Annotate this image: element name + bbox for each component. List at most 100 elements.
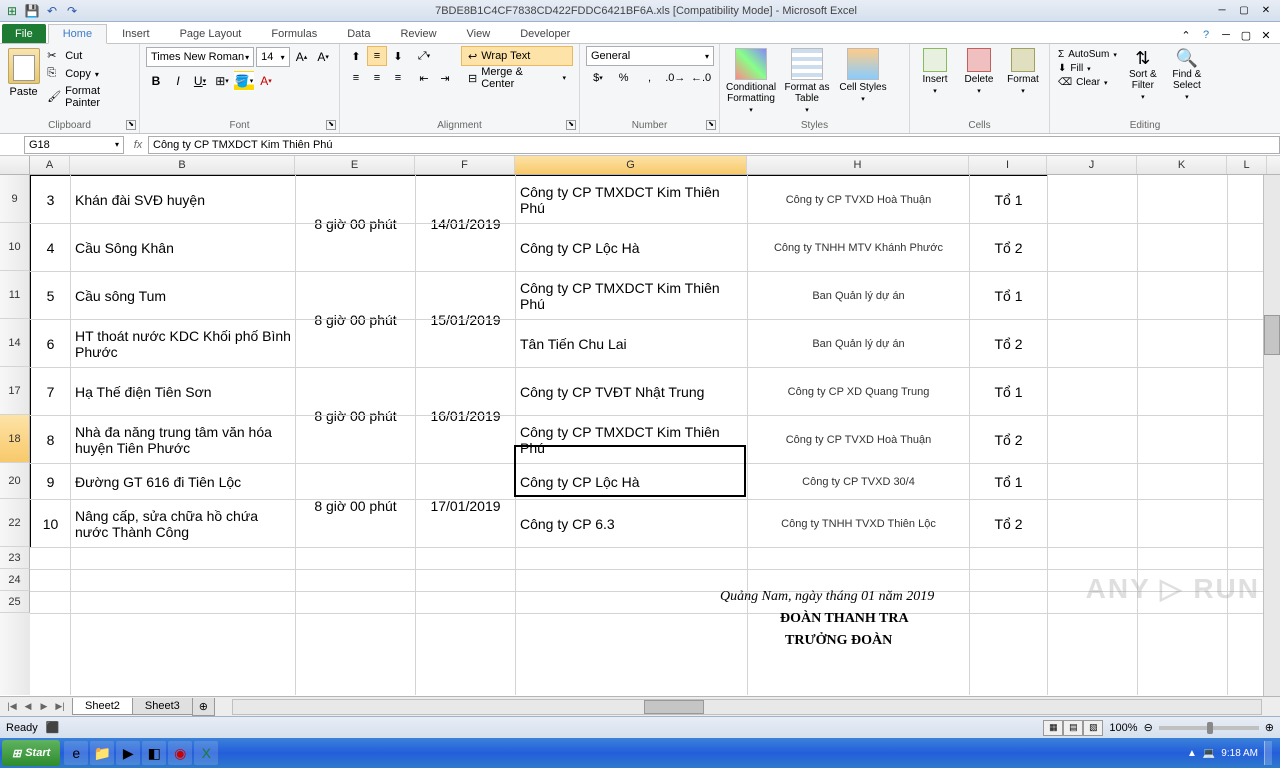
cell-g-6[interactable]: Tân Tiến Chu Lai [516, 320, 748, 368]
increase-decimal-button[interactable]: .0→ [663, 68, 687, 88]
clipboard-dialog-launcher[interactable]: ⬊ [126, 120, 136, 130]
cell-i-10[interactable]: Tổ 2 [970, 500, 1048, 548]
cell-h-3[interactable]: Công ty CP TVXD Hoà Thuận [748, 176, 970, 224]
row-header-17[interactable]: 17 [0, 367, 30, 415]
redo-icon[interactable]: ↷ [64, 3, 80, 19]
cell-g-3[interactable]: Công ty CP TMXDCT Kim Thiên Phú [516, 176, 748, 224]
page-layout-button[interactable]: ▤ [1063, 720, 1083, 736]
number-dialog-launcher[interactable]: ⬊ [706, 120, 716, 130]
cell-h-4[interactable]: Công ty TNHH MTV Khánh Phước [748, 224, 970, 272]
cell-h-9[interactable]: Công ty CP TVXD 30/4 [748, 464, 970, 500]
name-box[interactable]: G18▾ [24, 136, 124, 154]
tab-insert[interactable]: Insert [107, 24, 165, 43]
cell-h-6[interactable]: Ban Quản lý dự án [748, 320, 970, 368]
fx-button[interactable]: fx [128, 139, 148, 151]
maximize-button[interactable]: ▢ [1234, 4, 1254, 18]
media-icon[interactable]: ▶ [116, 741, 140, 765]
vertical-scrollbar[interactable] [1263, 175, 1280, 696]
tab-first-button[interactable]: |◀ [4, 699, 20, 715]
tab-last-button[interactable]: ▶| [52, 699, 68, 715]
cell-b-8[interactable]: Nhà đa năng trung tâm văn hóa huyện Tiên… [71, 416, 296, 464]
decrease-indent-button[interactable]: ⇤ [414, 68, 434, 88]
fill-button[interactable]: ⬇Fill▾ [1056, 62, 1119, 75]
cell-a-6[interactable]: 6 [31, 320, 71, 368]
cell-h-7[interactable]: Công ty CP XD Quang Trung [748, 368, 970, 416]
tray-icon[interactable]: ▲ [1187, 748, 1197, 759]
cell-a-9[interactable]: 9 [31, 464, 71, 500]
cell-i-7[interactable]: Tổ 1 [970, 368, 1048, 416]
delete-cells-button[interactable]: Delete▾ [960, 48, 998, 96]
col-header-b[interactable]: B [70, 156, 295, 174]
percent-button[interactable]: % [612, 68, 636, 88]
font-color-button[interactable]: A▾ [256, 71, 276, 91]
cell-b-4[interactable]: Cầu Sông Khân [71, 224, 296, 272]
zoom-thumb[interactable] [1207, 722, 1213, 734]
row-header-20[interactable]: 20 [0, 463, 30, 499]
cell-h-10[interactable]: Công ty TNHH TVXD Thiên Lộc [748, 500, 970, 548]
font-dialog-launcher[interactable]: ⬊ [326, 120, 336, 130]
clear-button[interactable]: ⌫Clear▾ [1056, 76, 1119, 89]
font-name-select[interactable]: Times New Roman▾ [146, 47, 254, 67]
cell-i-9[interactable]: Tổ 1 [970, 464, 1048, 500]
col-header-f[interactable]: F [415, 156, 515, 174]
row-header-10[interactable]: 10 [0, 223, 30, 271]
show-desktop-button[interactable] [1264, 741, 1272, 765]
select-all-corner[interactable] [0, 156, 30, 174]
clock[interactable]: 9:18 AM [1221, 748, 1258, 759]
excel-task-icon[interactable]: X [194, 741, 218, 765]
macro-record-icon[interactable]: ⬛ [46, 721, 60, 734]
increase-indent-button[interactable]: ⇥ [435, 68, 455, 88]
currency-button[interactable]: $▾ [586, 68, 610, 88]
paste-button[interactable]: Paste [6, 46, 41, 116]
conditional-formatting-button[interactable]: Conditional Formatting▾ [726, 48, 776, 115]
decrease-decimal-button[interactable]: ←.0 [689, 68, 713, 88]
cell-g-8[interactable]: Công ty CP TMXDCT Kim Thiên Phú [516, 416, 748, 464]
align-middle-button[interactable]: ≡ [367, 46, 387, 66]
sheet-tab-sheet3[interactable]: Sheet3 [132, 698, 193, 715]
zoom-in-button[interactable]: ⊕ [1265, 721, 1274, 734]
alignment-dialog-launcher[interactable]: ⬊ [566, 120, 576, 130]
h-scroll-thumb[interactable] [644, 700, 704, 714]
align-right-button[interactable]: ≡ [388, 68, 408, 88]
cut-button[interactable]: ✂Cut [45, 48, 133, 64]
merge-center-button[interactable]: ⊟Merge & Center▾ [461, 68, 573, 88]
row-header-11[interactable]: 11 [0, 271, 30, 319]
comma-button[interactable]: , [638, 68, 662, 88]
italic-button[interactable]: I [168, 71, 188, 91]
cell-a-3[interactable]: 3 [31, 176, 71, 224]
tab-next-button[interactable]: ▶ [36, 699, 52, 715]
cell-g-7[interactable]: Công ty CP TVĐT Nhật Trung [516, 368, 748, 416]
doc-close-icon[interactable]: ✕ [1258, 27, 1274, 43]
cell-e-9[interactable]: 8 giờ 00 phút [296, 464, 416, 548]
normal-view-button[interactable]: ▦ [1043, 720, 1063, 736]
col-header-l[interactable]: L [1227, 156, 1267, 174]
tab-review[interactable]: Review [385, 24, 451, 43]
cell-i-5[interactable]: Tổ 1 [970, 272, 1048, 320]
cell-b-7[interactable]: Hạ Thế điện Tiên Sơn [71, 368, 296, 416]
align-center-button[interactable]: ≡ [367, 68, 387, 88]
insert-cells-button[interactable]: Insert▾ [916, 48, 954, 96]
row-header-9[interactable]: 9 [0, 175, 30, 223]
save-icon[interactable]: 💾 [24, 3, 40, 19]
col-header-j[interactable]: J [1047, 156, 1137, 174]
cell-b-3[interactable]: Khán đài SVĐ huyện [71, 176, 296, 224]
cell-i-8[interactable]: Tổ 2 [970, 416, 1048, 464]
network-icon[interactable]: 💻 [1203, 748, 1215, 759]
tab-page-layout[interactable]: Page Layout [165, 24, 257, 43]
tab-developer[interactable]: Developer [505, 24, 585, 43]
minimize-button[interactable]: ─ [1212, 4, 1232, 18]
horizontal-scrollbar[interactable] [232, 699, 1262, 715]
cell-g-10[interactable]: Công ty CP 6.3 [516, 500, 748, 548]
format-painter-button[interactable]: 🖌Format Painter [45, 84, 133, 110]
row-header-25[interactable]: 25 [0, 591, 30, 613]
cells-area[interactable]: 3Khán đài SVĐ huyện8 giờ 00 phút14/01/20… [30, 175, 1280, 695]
align-bottom-button[interactable]: ⬇ [388, 46, 408, 66]
wrap-text-button[interactable]: ↩Wrap Text [461, 46, 573, 66]
cell-i-3[interactable]: Tổ 1 [970, 176, 1048, 224]
shrink-font-button[interactable]: A▾ [313, 47, 333, 67]
cell-a-5[interactable]: 5 [31, 272, 71, 320]
tab-data[interactable]: Data [332, 24, 385, 43]
cell-h-8[interactable]: Công ty CP TVXD Hoà Thuận [748, 416, 970, 464]
zoom-level[interactable]: 100% [1109, 722, 1137, 734]
format-table-button[interactable]: Format as Table▾ [782, 48, 832, 115]
